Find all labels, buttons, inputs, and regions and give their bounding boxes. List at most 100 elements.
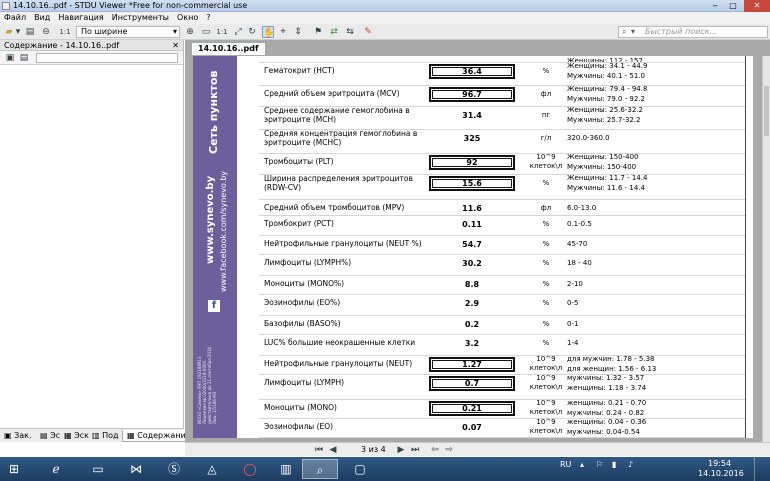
test-value: 0.2 xyxy=(464,320,480,329)
quick-search-input[interactable]: ⌕ ▾ Быстрый поиск... xyxy=(618,26,768,38)
menu-view[interactable]: Вид xyxy=(30,12,54,24)
reference-range: мужчины: 0.24 - 0.82 xyxy=(567,409,645,417)
open-folder-icon[interactable]: ▰ xyxy=(3,26,15,38)
test-name: Средняя концентрация гемоглобина в эритр… xyxy=(264,129,418,147)
row-divider xyxy=(259,106,745,107)
vertical-scrollbar[interactable] xyxy=(762,56,770,442)
bookmark-add-icon[interactable]: ▣ xyxy=(4,52,16,64)
test-name: Нейтрофильные гранулоциты (NEUT %) xyxy=(264,239,422,248)
row-divider xyxy=(259,129,745,130)
menu-window[interactable]: Окно xyxy=(173,12,202,24)
next-page-icon[interactable]: ▶ xyxy=(395,444,407,456)
skype-icon[interactable]: Ⓢ xyxy=(156,459,192,479)
reference-range: 0-1 xyxy=(567,320,579,328)
toolbar: ▰ ▾ ▤ ⊖ 1:1 По ширине ▾ ⊕ ▭ 1:1 ⤢ ↻ ✋ ⌖ ⇕… xyxy=(0,24,770,40)
zoom-out-icon[interactable]: ⊖ xyxy=(40,26,52,38)
select-tool-icon[interactable]: ⌖ xyxy=(277,26,289,38)
actual-size-icon[interactable]: ▭ xyxy=(200,26,212,38)
network-icon[interactable]: ▮ xyxy=(612,461,616,469)
forward-icon[interactable]: ⇆ xyxy=(344,26,356,38)
explorer-icon[interactable]: ▭ xyxy=(80,459,116,479)
scrollbar-thumb[interactable] xyxy=(764,86,769,136)
reference-range: Женщины: 79.4 - 94.8 xyxy=(567,85,648,93)
network-app-icon[interactable]: ▢ xyxy=(342,459,378,479)
fit-page-icon[interactable]: 1:1 xyxy=(216,26,228,38)
hand-tool-icon[interactable]: ✋ xyxy=(262,26,274,38)
clock-time[interactable]: 19:54 xyxy=(708,460,731,468)
brand-text: Сеть пунктов xyxy=(207,70,220,154)
page-indicator: 3 из 4 xyxy=(361,445,386,454)
tab-thumbnails[interactable]: ▦ Эск xyxy=(64,430,89,442)
back-icon[interactable]: ⇄ xyxy=(328,26,340,38)
bookmark-list-icon[interactable]: ▤ xyxy=(18,52,30,64)
open-dropdown-icon[interactable]: ▾ xyxy=(15,26,21,38)
test-name: Средний объем тромбоцитов (MPV) xyxy=(264,203,405,212)
reference-range: женщины: 1.18 - 3.74 xyxy=(567,384,647,392)
test-unit: 10^9 клеток\л xyxy=(529,399,563,416)
reference-range: мужчины: 1.32 - 3.57 xyxy=(567,374,645,382)
row-divider xyxy=(259,153,745,154)
flag-icon[interactable]: ⚐ xyxy=(596,461,603,469)
bookmark-icon[interactable]: ⚑ xyxy=(312,26,324,38)
close-button[interactable]: ✕ xyxy=(744,0,770,12)
test-name: Эозинофилы (EO%) xyxy=(264,298,341,307)
language-indicator[interactable]: RU xyxy=(560,461,571,469)
minimize-button[interactable]: ‒ xyxy=(706,0,724,12)
prev-page-icon[interactable]: ◀ xyxy=(327,444,339,456)
menu-file[interactable]: Файл xyxy=(0,12,30,24)
rotate-icon[interactable]: ↻ xyxy=(246,26,258,38)
stdu-viewer-taskbar-button[interactable]: ⌕ xyxy=(302,459,338,479)
test-value: 2.9 xyxy=(464,299,480,308)
test-unit: % xyxy=(542,67,550,75)
clock-date[interactable]: 14.10.2016 xyxy=(698,470,744,478)
tab-contents-label: Содержание xyxy=(137,431,191,440)
opera-icon[interactable]: ◯ xyxy=(232,459,268,479)
tab-bookmarks[interactable]: ▣ Зак. xyxy=(4,430,32,442)
expand-icon[interactable]: ⇕ xyxy=(292,26,304,38)
reference-range: Женщины: 150-400 xyxy=(567,153,639,161)
maximize-button[interactable]: □ xyxy=(724,0,742,12)
last-page-icon[interactable]: ⏭ xyxy=(409,444,421,456)
test-value: 96.7 xyxy=(429,87,515,102)
test-value: 11.6 xyxy=(462,204,482,213)
visual-studio-icon[interactable]: ⋈ xyxy=(118,459,154,479)
row-divider xyxy=(259,374,745,375)
test-name: Эозинофилы (EO) xyxy=(264,422,334,431)
show-desktop-button[interactable] xyxy=(754,457,770,481)
print-icon[interactable]: ▤ xyxy=(24,26,36,38)
row-divider xyxy=(259,275,745,276)
tab-sketches[interactable]: ▤ Эс xyxy=(40,430,60,442)
first-page-icon[interactable]: ⏮ xyxy=(313,444,325,456)
history-forward-icon[interactable]: ⇨ xyxy=(443,444,455,456)
history-back-icon[interactable]: ⇦ xyxy=(429,444,441,456)
facebook-icon: f xyxy=(208,300,220,312)
test-unit: % xyxy=(542,280,550,288)
menu-tools[interactable]: Инструменты xyxy=(108,12,173,24)
reference-range: для мужчин: 1.78 - 5.38 xyxy=(567,355,655,363)
reference-range: 45-70 xyxy=(567,240,588,248)
test-unit: % xyxy=(542,339,550,347)
panel-tabs: ▣ Зак. ▤ Эс ▦ Эск ▥ Под ▦ Содержание xyxy=(0,428,196,442)
annotate-icon[interactable]: ✎ xyxy=(362,26,374,38)
start-button[interactable]: ⊞ xyxy=(2,459,26,479)
tray-expand-icon[interactable]: ▴ xyxy=(580,461,584,469)
test-value: 36.4 xyxy=(429,64,515,79)
row-divider xyxy=(259,215,745,216)
document-tab[interactable]: 14.10.16..pdf xyxy=(191,42,266,55)
media-icon[interactable]: ◬ xyxy=(194,459,230,479)
tab-signatures[interactable]: ▥ Под xyxy=(92,430,119,442)
menu-help[interactable]: ? xyxy=(202,12,214,24)
row-divider xyxy=(259,62,745,63)
test-unit: 10^9 клеток\л xyxy=(529,355,563,372)
zoom-mode-select[interactable]: По ширине ▾ xyxy=(76,26,180,38)
fit-width-icon[interactable]: ⤢ xyxy=(232,26,244,38)
row-divider xyxy=(259,355,745,356)
volume-icon[interactable]: ♪ xyxy=(628,461,633,469)
ie-icon[interactable]: ℯ xyxy=(38,459,74,479)
menu-navigation[interactable]: Навигация xyxy=(54,12,107,24)
page-border xyxy=(745,56,746,438)
panel-close-icon[interactable]: ✕ xyxy=(172,40,179,51)
winrar-icon[interactable]: ▥ xyxy=(268,459,304,479)
contents-filter-input[interactable] xyxy=(36,53,178,63)
zoom-in-icon[interactable]: ⊕ xyxy=(184,26,196,38)
